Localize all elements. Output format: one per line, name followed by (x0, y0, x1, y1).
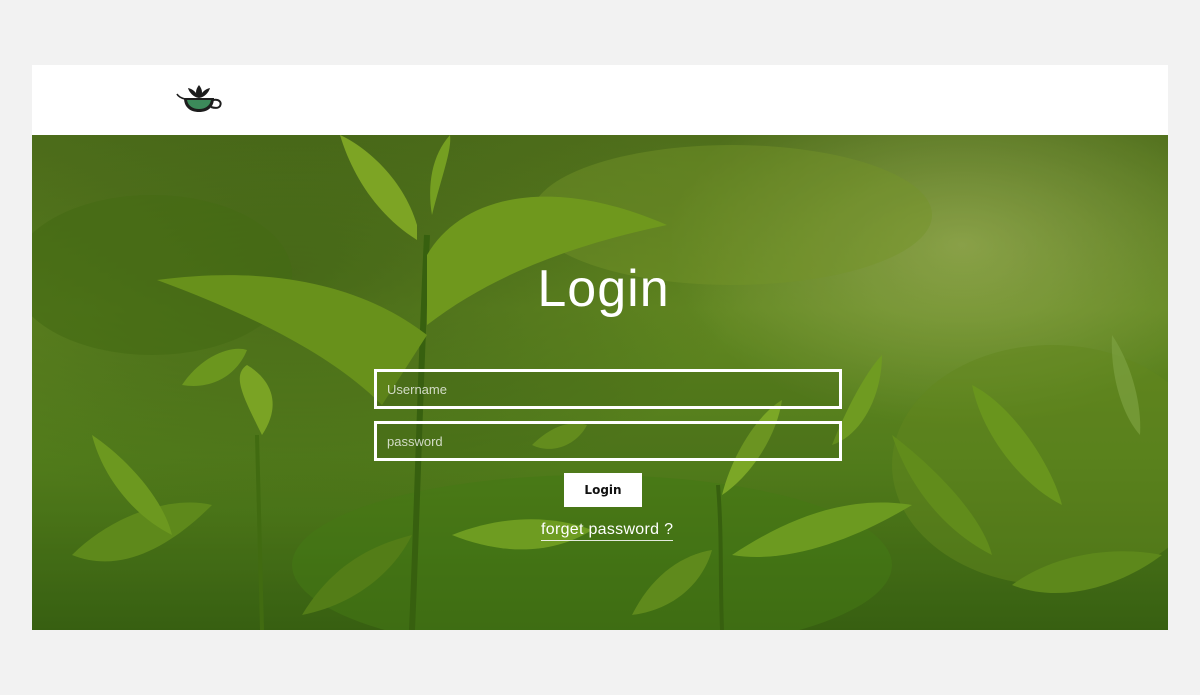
login-button[interactable]: Login (564, 473, 642, 507)
hero-background-image: Login Login forget password ? (32, 135, 1168, 630)
teacup-leaf-logo-icon[interactable] (174, 81, 224, 115)
header-bar (32, 65, 1168, 135)
page-frame: Login Login forget password ? (32, 65, 1168, 630)
password-input[interactable] (374, 421, 842, 461)
login-title: Login (537, 260, 670, 318)
username-input[interactable] (374, 369, 842, 409)
forgot-password-link[interactable]: forget password ? (541, 521, 674, 541)
